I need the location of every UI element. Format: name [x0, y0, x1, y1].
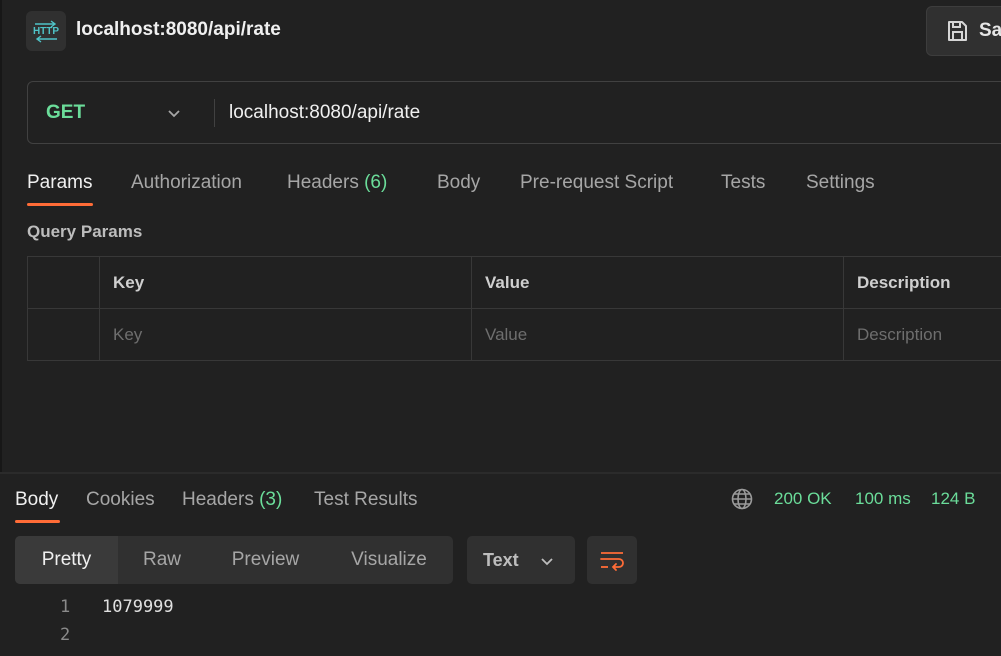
active-tab-indicator [27, 203, 93, 206]
url-bar: GET localhost:8080/api/rate [27, 81, 1001, 144]
chevron-down-icon [541, 558, 553, 566]
active-response-tab-indicator [15, 520, 60, 523]
save-label: Sa [979, 20, 1001, 41]
chevron-down-icon [168, 110, 180, 118]
globe-icon[interactable] [730, 487, 754, 511]
tab-label: Settings [806, 172, 875, 193]
tab-label: Body [15, 489, 59, 510]
key-input[interactable]: Key [99, 309, 471, 361]
value-column-header: Value [471, 257, 843, 308]
line-number: 2 [60, 625, 71, 645]
value-input[interactable]: Value [471, 309, 843, 361]
tab-label: Tests [721, 172, 766, 193]
checkbox-column-header [28, 257, 99, 308]
response-time[interactable]: 100 ms [855, 489, 911, 509]
tab-label: Test Results [314, 489, 418, 510]
response-size[interactable]: 124 B [931, 489, 975, 509]
view-mode-selector: Pretty Raw Preview Visualize [15, 536, 453, 584]
description-input[interactable]: Description [843, 309, 1001, 361]
response-resize-handle[interactable] [0, 472, 1001, 474]
tab-label: Cookies [86, 489, 155, 510]
http-request-icon: HTTP [26, 11, 66, 51]
response-headers-count: (3) [259, 489, 283, 510]
view-mode-pretty[interactable]: Pretty [15, 536, 118, 584]
query-params-label: Query Params [27, 222, 143, 241]
format-label: Text [483, 549, 519, 570]
headers-count: (6) [364, 172, 388, 193]
tab-params[interactable]: Params [27, 172, 92, 194]
status-code[interactable]: 200 OK [774, 489, 832, 509]
tab-label: Headers [182, 489, 254, 510]
format-select[interactable]: Text [467, 536, 575, 584]
left-border [0, 0, 2, 472]
tab-authorization[interactable]: Authorization [131, 172, 242, 194]
wrap-lines-button[interactable] [587, 536, 637, 584]
table-header-row: Key Value Description [28, 257, 1001, 309]
tab-label: Body [437, 172, 481, 193]
key-column-header: Key [99, 257, 471, 308]
response-tab-test-results[interactable]: Test Results [314, 489, 417, 511]
tab-label: Pre-request Script [520, 172, 674, 193]
response-tab-cookies[interactable]: Cookies [86, 489, 155, 511]
response-tab-headers[interactable]: Headers (3) [182, 489, 282, 511]
wrap-lines-icon [600, 552, 624, 571]
response-tab-body[interactable]: Body [15, 489, 58, 511]
line-number: 1 [60, 597, 71, 617]
url-input[interactable]: localhost:8080/api/rate [215, 102, 420, 124]
save-button[interactable]: Sa [926, 6, 1001, 56]
save-icon [948, 21, 967, 41]
table-row: Key Value Description [28, 309, 1001, 361]
response-body-line[interactable]: 1079999 [102, 597, 174, 617]
row-checkbox-cell [28, 309, 99, 361]
tab-tests[interactable]: Tests [721, 172, 765, 194]
tab-label: Params [27, 172, 93, 193]
tab-body[interactable]: Body [437, 172, 480, 194]
tab-headers[interactable]: Headers (6) [287, 172, 387, 194]
view-mode-raw[interactable]: Raw [118, 536, 206, 584]
method-label: GET [46, 101, 86, 123]
query-params-table: Key Value Description Key Value Descript… [27, 256, 1001, 361]
view-mode-preview[interactable]: Preview [206, 536, 325, 584]
method-select[interactable]: GET [28, 82, 214, 143]
tab-label: Authorization [131, 172, 242, 193]
request-title[interactable]: localhost:8080/api/rate [76, 19, 281, 41]
description-column-header: Description [843, 257, 1001, 308]
tab-pre-request-script[interactable]: Pre-request Script [520, 172, 673, 194]
tab-settings[interactable]: Settings [806, 172, 875, 194]
tab-label: Headers [287, 172, 359, 193]
view-mode-visualize[interactable]: Visualize [325, 536, 453, 584]
svg-text:HTTP: HTTP [33, 26, 59, 37]
